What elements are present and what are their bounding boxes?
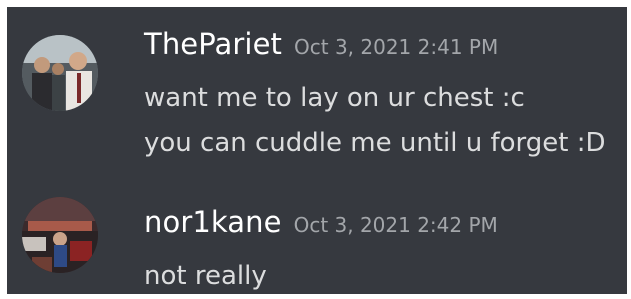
avatar-photo-icon	[22, 197, 98, 273]
message-group: ThePariet Oct 3, 2021 2:41 PM want me to…	[7, 7, 627, 177]
username[interactable]: nor1kane	[144, 205, 282, 239]
timestamp: Oct 3, 2021 2:41 PM	[294, 35, 499, 59]
username[interactable]: ThePariet	[144, 27, 282, 61]
message-group: nor1kane Oct 3, 2021 2:42 PM not really	[7, 187, 627, 294]
message-text: want me to lay on ur chest :c	[144, 83, 525, 113]
chat-panel: ThePariet Oct 3, 2021 2:41 PM want me to…	[7, 7, 627, 294]
message-text: you can cuddle me until u forget :D	[144, 128, 606, 158]
avatar-photo-icon	[22, 35, 98, 111]
user-avatar[interactable]	[22, 197, 98, 273]
message-header: ThePariet Oct 3, 2021 2:41 PM	[144, 27, 498, 61]
message-text: not really	[144, 261, 267, 291]
message-header: nor1kane Oct 3, 2021 2:42 PM	[144, 205, 498, 239]
timestamp: Oct 3, 2021 2:42 PM	[293, 213, 498, 237]
user-avatar[interactable]	[22, 35, 98, 111]
